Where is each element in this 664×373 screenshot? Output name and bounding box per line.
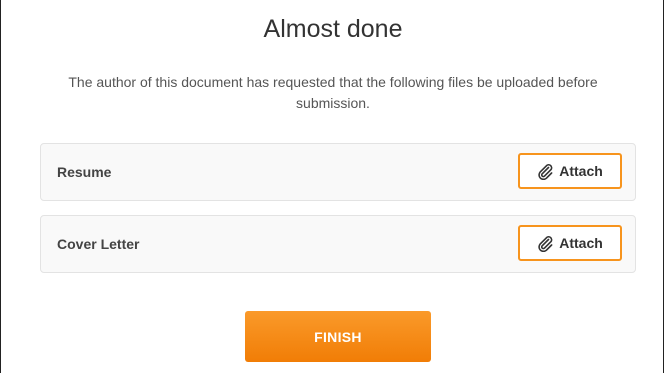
- attach-resume-button[interactable]: Attach: [518, 153, 622, 189]
- file-label-resume: Resume: [57, 164, 112, 180]
- attach-label: Attach: [559, 235, 603, 251]
- file-label-cover-letter: Cover Letter: [57, 236, 140, 252]
- upload-dialog: Almost done The author of this document …: [0, 0, 664, 373]
- paperclip-icon: [538, 164, 553, 180]
- attach-cover-letter-button[interactable]: Attach: [518, 225, 622, 261]
- file-row-resume: Resume Attach: [40, 143, 636, 201]
- finish-button[interactable]: FINISH: [245, 311, 431, 362]
- dialog-title: Almost done: [263, 15, 403, 43]
- paperclip-icon: [538, 236, 553, 252]
- dialog-description: The author of this document has requeste…: [68, 74, 598, 111]
- attach-label: Attach: [559, 163, 603, 179]
- file-row-cover-letter: Cover Letter Attach: [40, 215, 636, 273]
